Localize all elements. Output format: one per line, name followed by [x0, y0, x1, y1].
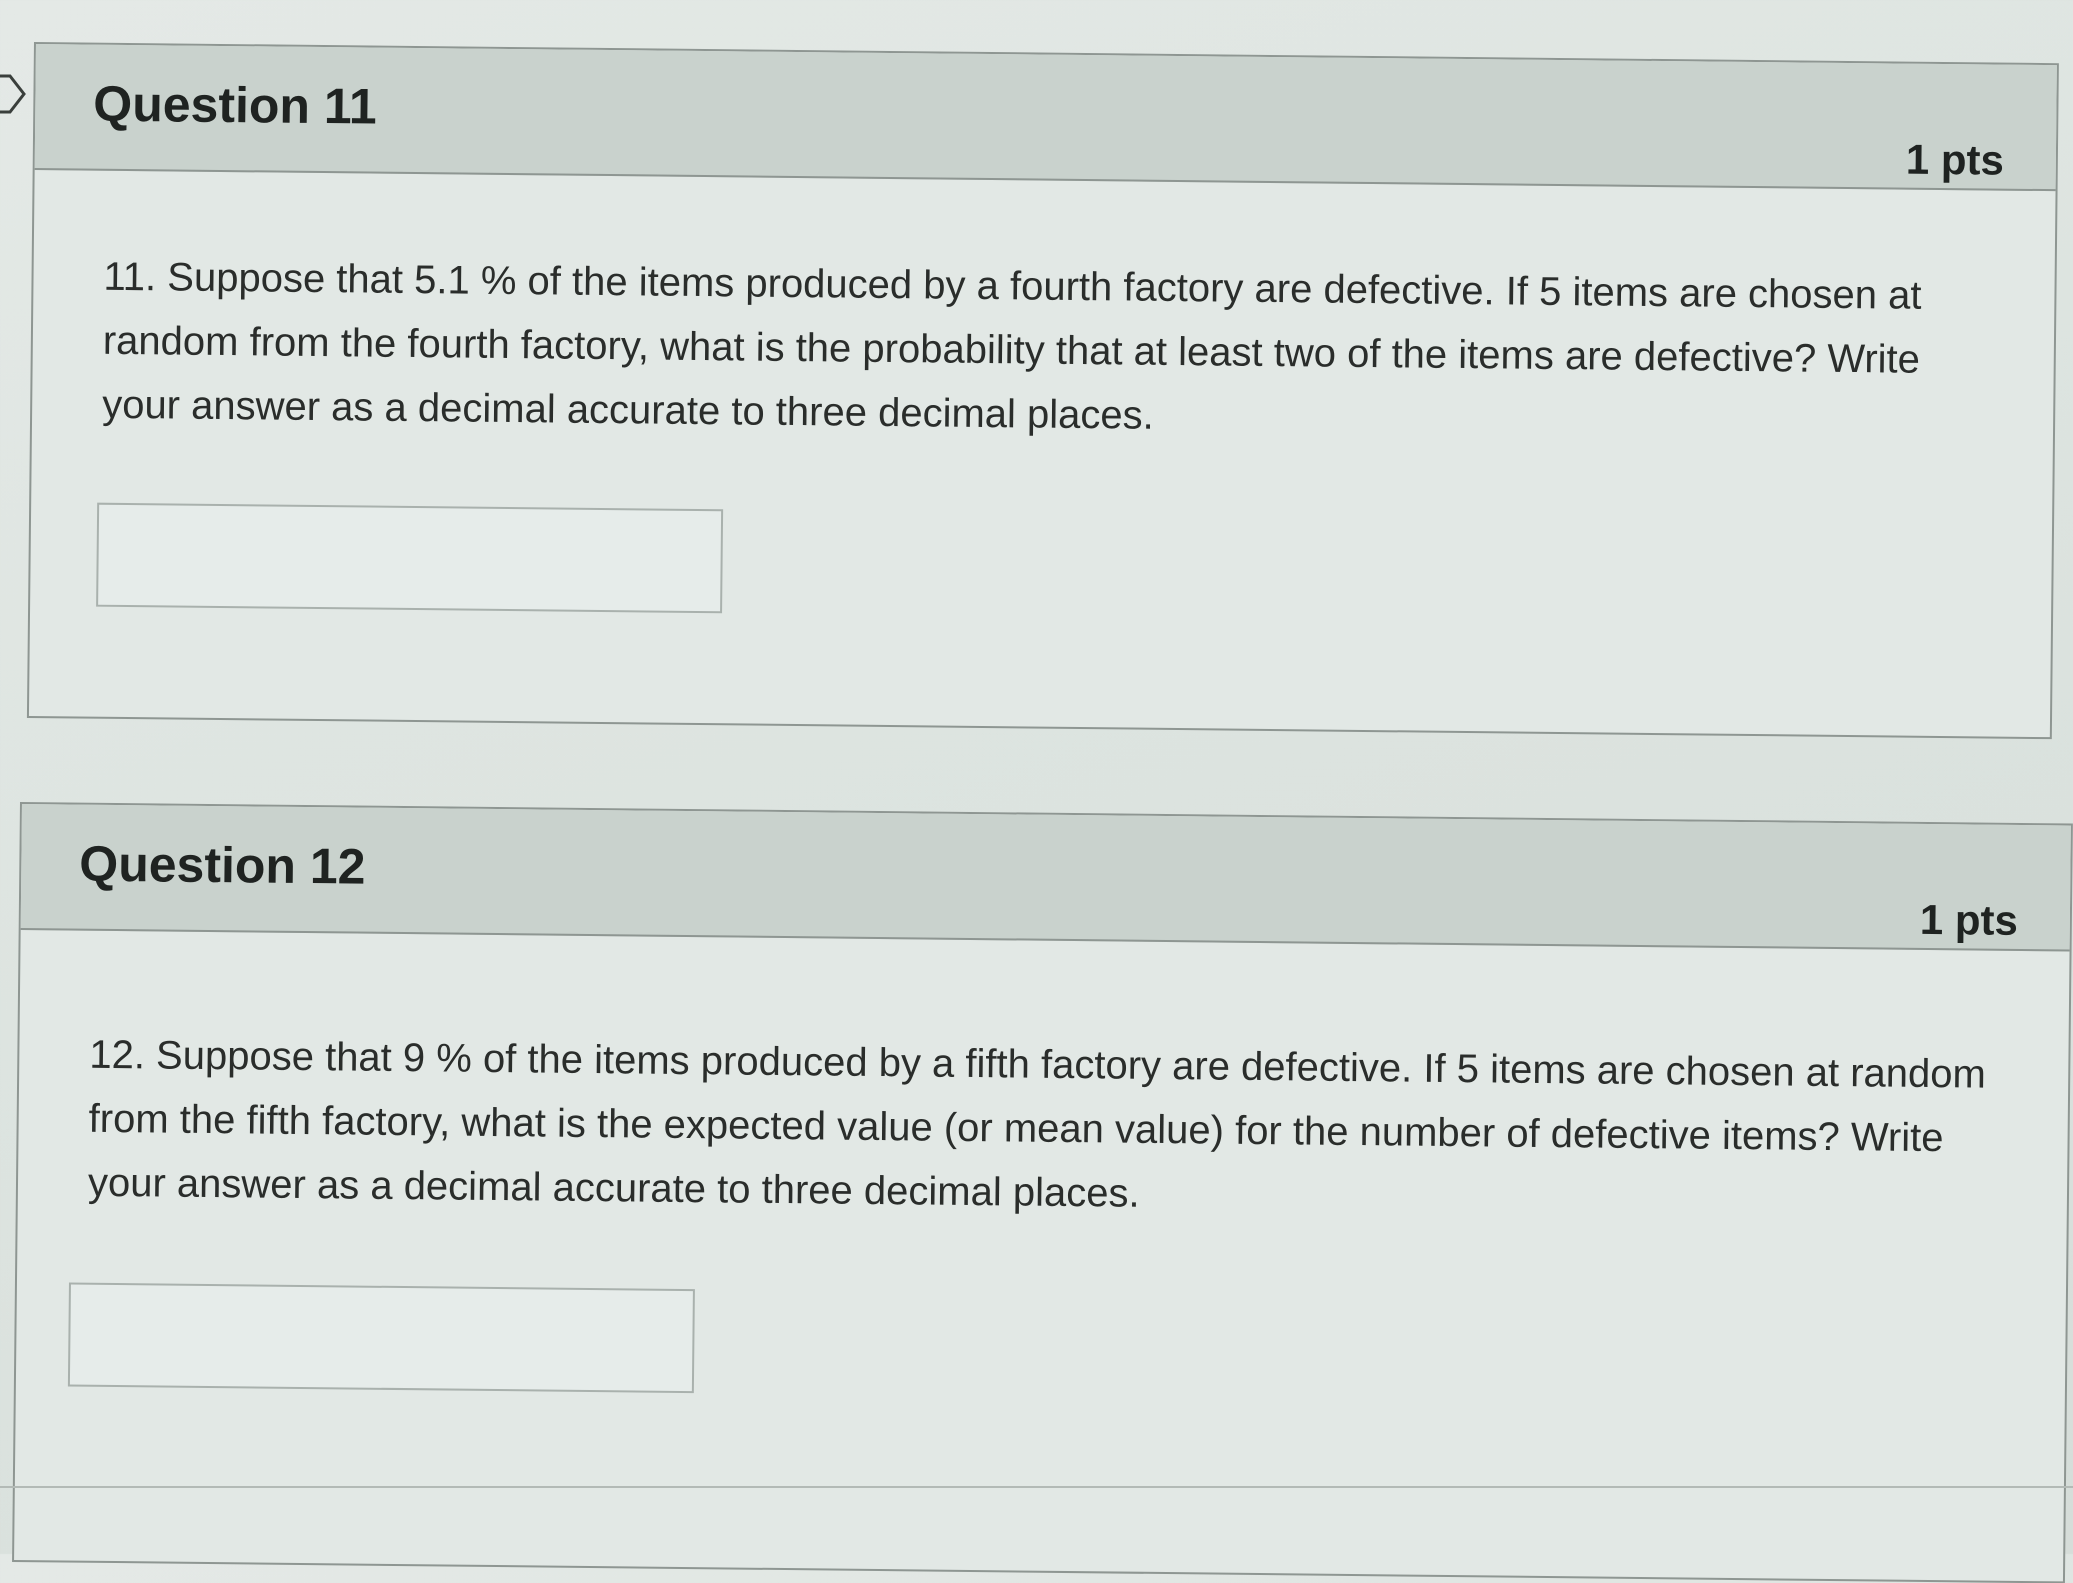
question-11: Question 11 1 pts 11. Suppose that 5.1 %…: [26, 42, 2059, 740]
question-text: 11. Suppose that 5.1 % of the items prod…: [101, 254, 1922, 438]
question-title: Question 11: [93, 75, 378, 135]
question-12: Question 12 1 pts 12. Suppose that 9 % o…: [12, 802, 2073, 1583]
question-header: Question 12 1 pts: [20, 804, 2071, 952]
flag-icon[interactable]: [0, 72, 26, 116]
question-points: 1 pts: [1905, 135, 2005, 184]
answer-input[interactable]: [96, 502, 724, 614]
question-points: 1 pts: [1919, 895, 2019, 944]
question-title: Question 12: [79, 835, 366, 895]
divider: [0, 1486, 2073, 1488]
question-text: 12. Suppose that 9 % of the items produc…: [87, 1032, 1987, 1216]
question-header: Question 11 1 pts: [34, 44, 2057, 192]
answer-input[interactable]: [67, 1282, 695, 1394]
